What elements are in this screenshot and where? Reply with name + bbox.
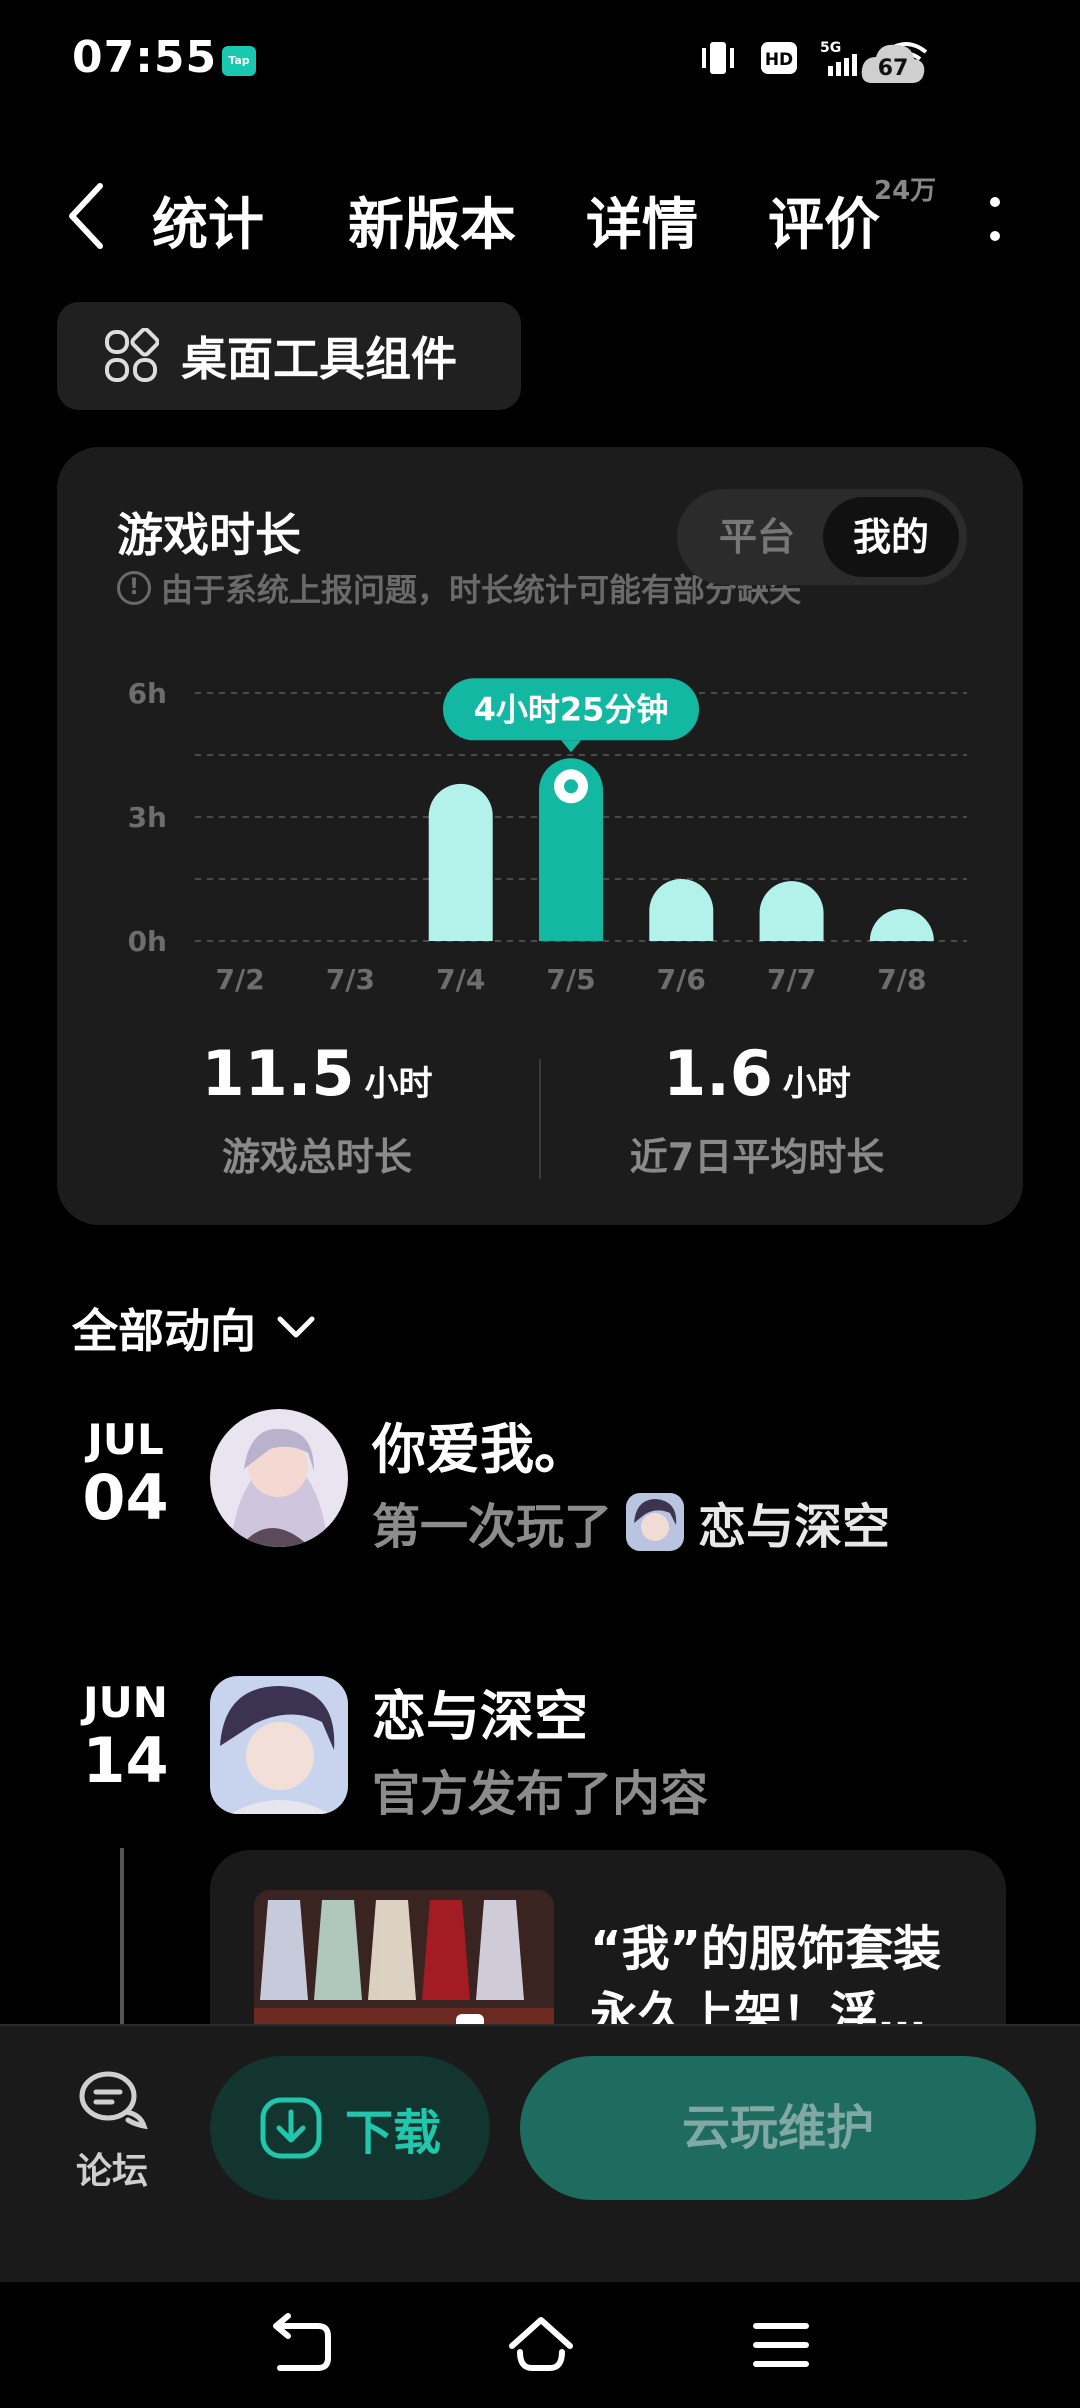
chart-bar: [649, 879, 714, 941]
back-button[interactable]: [62, 178, 112, 254]
svg-text:HD: HD: [765, 50, 793, 70]
svg-text:5G: 5G: [820, 40, 841, 56]
system-nav-bar: [0, 2282, 1080, 2408]
feed-sub-text: 官方发布了内容: [372, 1766, 709, 1822]
game-avatar[interactable]: [210, 1676, 348, 1814]
widget-chip-label: 桌面工具组件: [181, 332, 457, 386]
average-label: 近7日平均时长: [629, 1135, 885, 1179]
feed-month: JUL: [87, 1415, 164, 1464]
home-icon: [509, 2317, 573, 2371]
chevron-left-icon: [69, 183, 103, 249]
hd-icon: HD: [761, 42, 797, 74]
menu-icon: [753, 2323, 809, 2367]
x-tick-label: 7/2: [216, 963, 265, 996]
average-unit: 小时: [782, 1064, 851, 1104]
tab-bar: 统计 新版本 详情 评价: [146, 170, 970, 270]
total-label: 游戏总时长: [221, 1135, 412, 1179]
battery-icon: 67: [858, 37, 928, 89]
feed-title: 你爱我。: [372, 1418, 588, 1481]
y-tick-label: 0h: [128, 925, 167, 958]
feed-item[interactable]: JUN 14 恋与深空 官方发布了内容: [0, 1672, 1080, 1832]
x-tick-label: 7/4: [436, 963, 485, 996]
feed-game-name[interactable]: 恋与深空: [698, 1487, 890, 1557]
return-icon: [273, 2313, 331, 2371]
forum-icon: [79, 2071, 148, 2130]
system-back-button[interactable]: [266, 2312, 336, 2378]
system-home-button[interactable]: [506, 2312, 576, 2378]
x-tick-label: 7/7: [767, 963, 816, 996]
x-tick-label: 7/3: [326, 963, 375, 996]
feed-item[interactable]: JUL 04 你爱我。 第一次玩了 恋与深空: [0, 1405, 1080, 1565]
chart-bar: [869, 909, 934, 941]
chart-bar: [759, 881, 824, 941]
chevron-down-icon: [277, 1316, 315, 1338]
feed-sub-prefix: 第一次玩了: [372, 1499, 613, 1555]
post-card[interactable]: “我”的服饰套装永久上架！浮…: [210, 1850, 1006, 2030]
tooltip-pointer: [561, 740, 581, 753]
average-value: 1.6: [663, 1037, 773, 1110]
desktop-widget-button[interactable]: 桌面工具组件: [57, 302, 521, 410]
tab-reviews[interactable]: 评价: [768, 180, 880, 261]
svg-text:67: 67: [878, 56, 909, 81]
x-tick-label: 7/5: [546, 963, 595, 996]
system-menu-button[interactable]: [746, 2312, 816, 2378]
average-playtime: 1.6 小时 近7日平均时长: [557, 1037, 957, 1181]
tab-stats[interactable]: 统计: [146, 180, 270, 267]
bar-marker-dot: [564, 779, 578, 794]
activity-header-label: 全部动向: [72, 1304, 256, 1358]
feed-subtitle: 官方发布了内容: [372, 1754, 708, 1824]
download-icon: [260, 2097, 322, 2159]
total-unit: 小时: [364, 1064, 433, 1104]
user-avatar[interactable]: [210, 1409, 348, 1547]
playtime-card: 游戏时长 ! 由于系统上报问题，时长统计可能有部分缺失 平台 我的 0h 3h 6h…: [57, 447, 1023, 1225]
post-thumbnail: [254, 1890, 554, 2030]
timeline-line: [120, 1848, 124, 2028]
vibrate-icon: [702, 42, 734, 74]
tooltip-text: 4小时25分钟: [474, 690, 669, 728]
playtime-chart: 0h 3h 6h 7/2 7/3 7/4 4小时25分钟 7/5 7/6 7/7 7/8: [128, 677, 967, 996]
tab-details[interactable]: 详情: [586, 180, 698, 261]
widgets-icon: [105, 328, 159, 382]
total-value: 11.5: [201, 1037, 355, 1110]
more-vertical-icon: [990, 197, 1000, 241]
x-tick-label: 7/6: [657, 963, 706, 996]
y-tick-label: 6h: [128, 677, 167, 710]
summary: 11.5 小时 游戏总时长 1.6 小时 近7日平均时长: [57, 1037, 1023, 1187]
x-tick-label: 7/8: [877, 963, 926, 996]
summary-divider: [539, 1059, 541, 1179]
feed-month: JUN: [83, 1678, 168, 1727]
chart-bar: [428, 783, 493, 941]
y-tick-label: 3h: [128, 801, 167, 834]
forum-button[interactable]: 论坛: [62, 2068, 162, 2194]
status-bar: 07:55 Tap HD 5G 67: [0, 0, 1080, 125]
activity-filter[interactable]: 全部动向: [72, 1295, 318, 1361]
download-button[interactable]: 下载: [210, 2056, 490, 2200]
feed-day: 04: [82, 1461, 169, 1534]
post-title: “我”的服饰套装永久上架！浮…: [590, 1921, 942, 2030]
more-button[interactable]: [980, 190, 1010, 250]
feed-day: 14: [82, 1724, 169, 1797]
feed-subtitle: 第一次玩了 恋与深空: [372, 1487, 890, 1557]
review-count-badge: 24万: [874, 176, 937, 206]
tab-new-version[interactable]: 新版本: [348, 180, 516, 261]
download-label: 下载: [344, 2105, 441, 2161]
status-time: 07:55: [72, 32, 218, 83]
action-bar: 论坛 下载 云玩维护: [0, 2024, 1080, 2282]
forum-label: 论坛: [75, 2151, 148, 2192]
game-icon: [626, 1493, 685, 1551]
signal-5g-icon: 5G: [820, 40, 857, 76]
total-playtime: 11.5 小时 游戏总时长: [117, 1037, 517, 1181]
cloud-play-button[interactable]: 云玩维护: [520, 2056, 1036, 2200]
tap-app-icon: Tap: [222, 46, 256, 76]
feed-title: 恋与深空: [372, 1685, 588, 1748]
